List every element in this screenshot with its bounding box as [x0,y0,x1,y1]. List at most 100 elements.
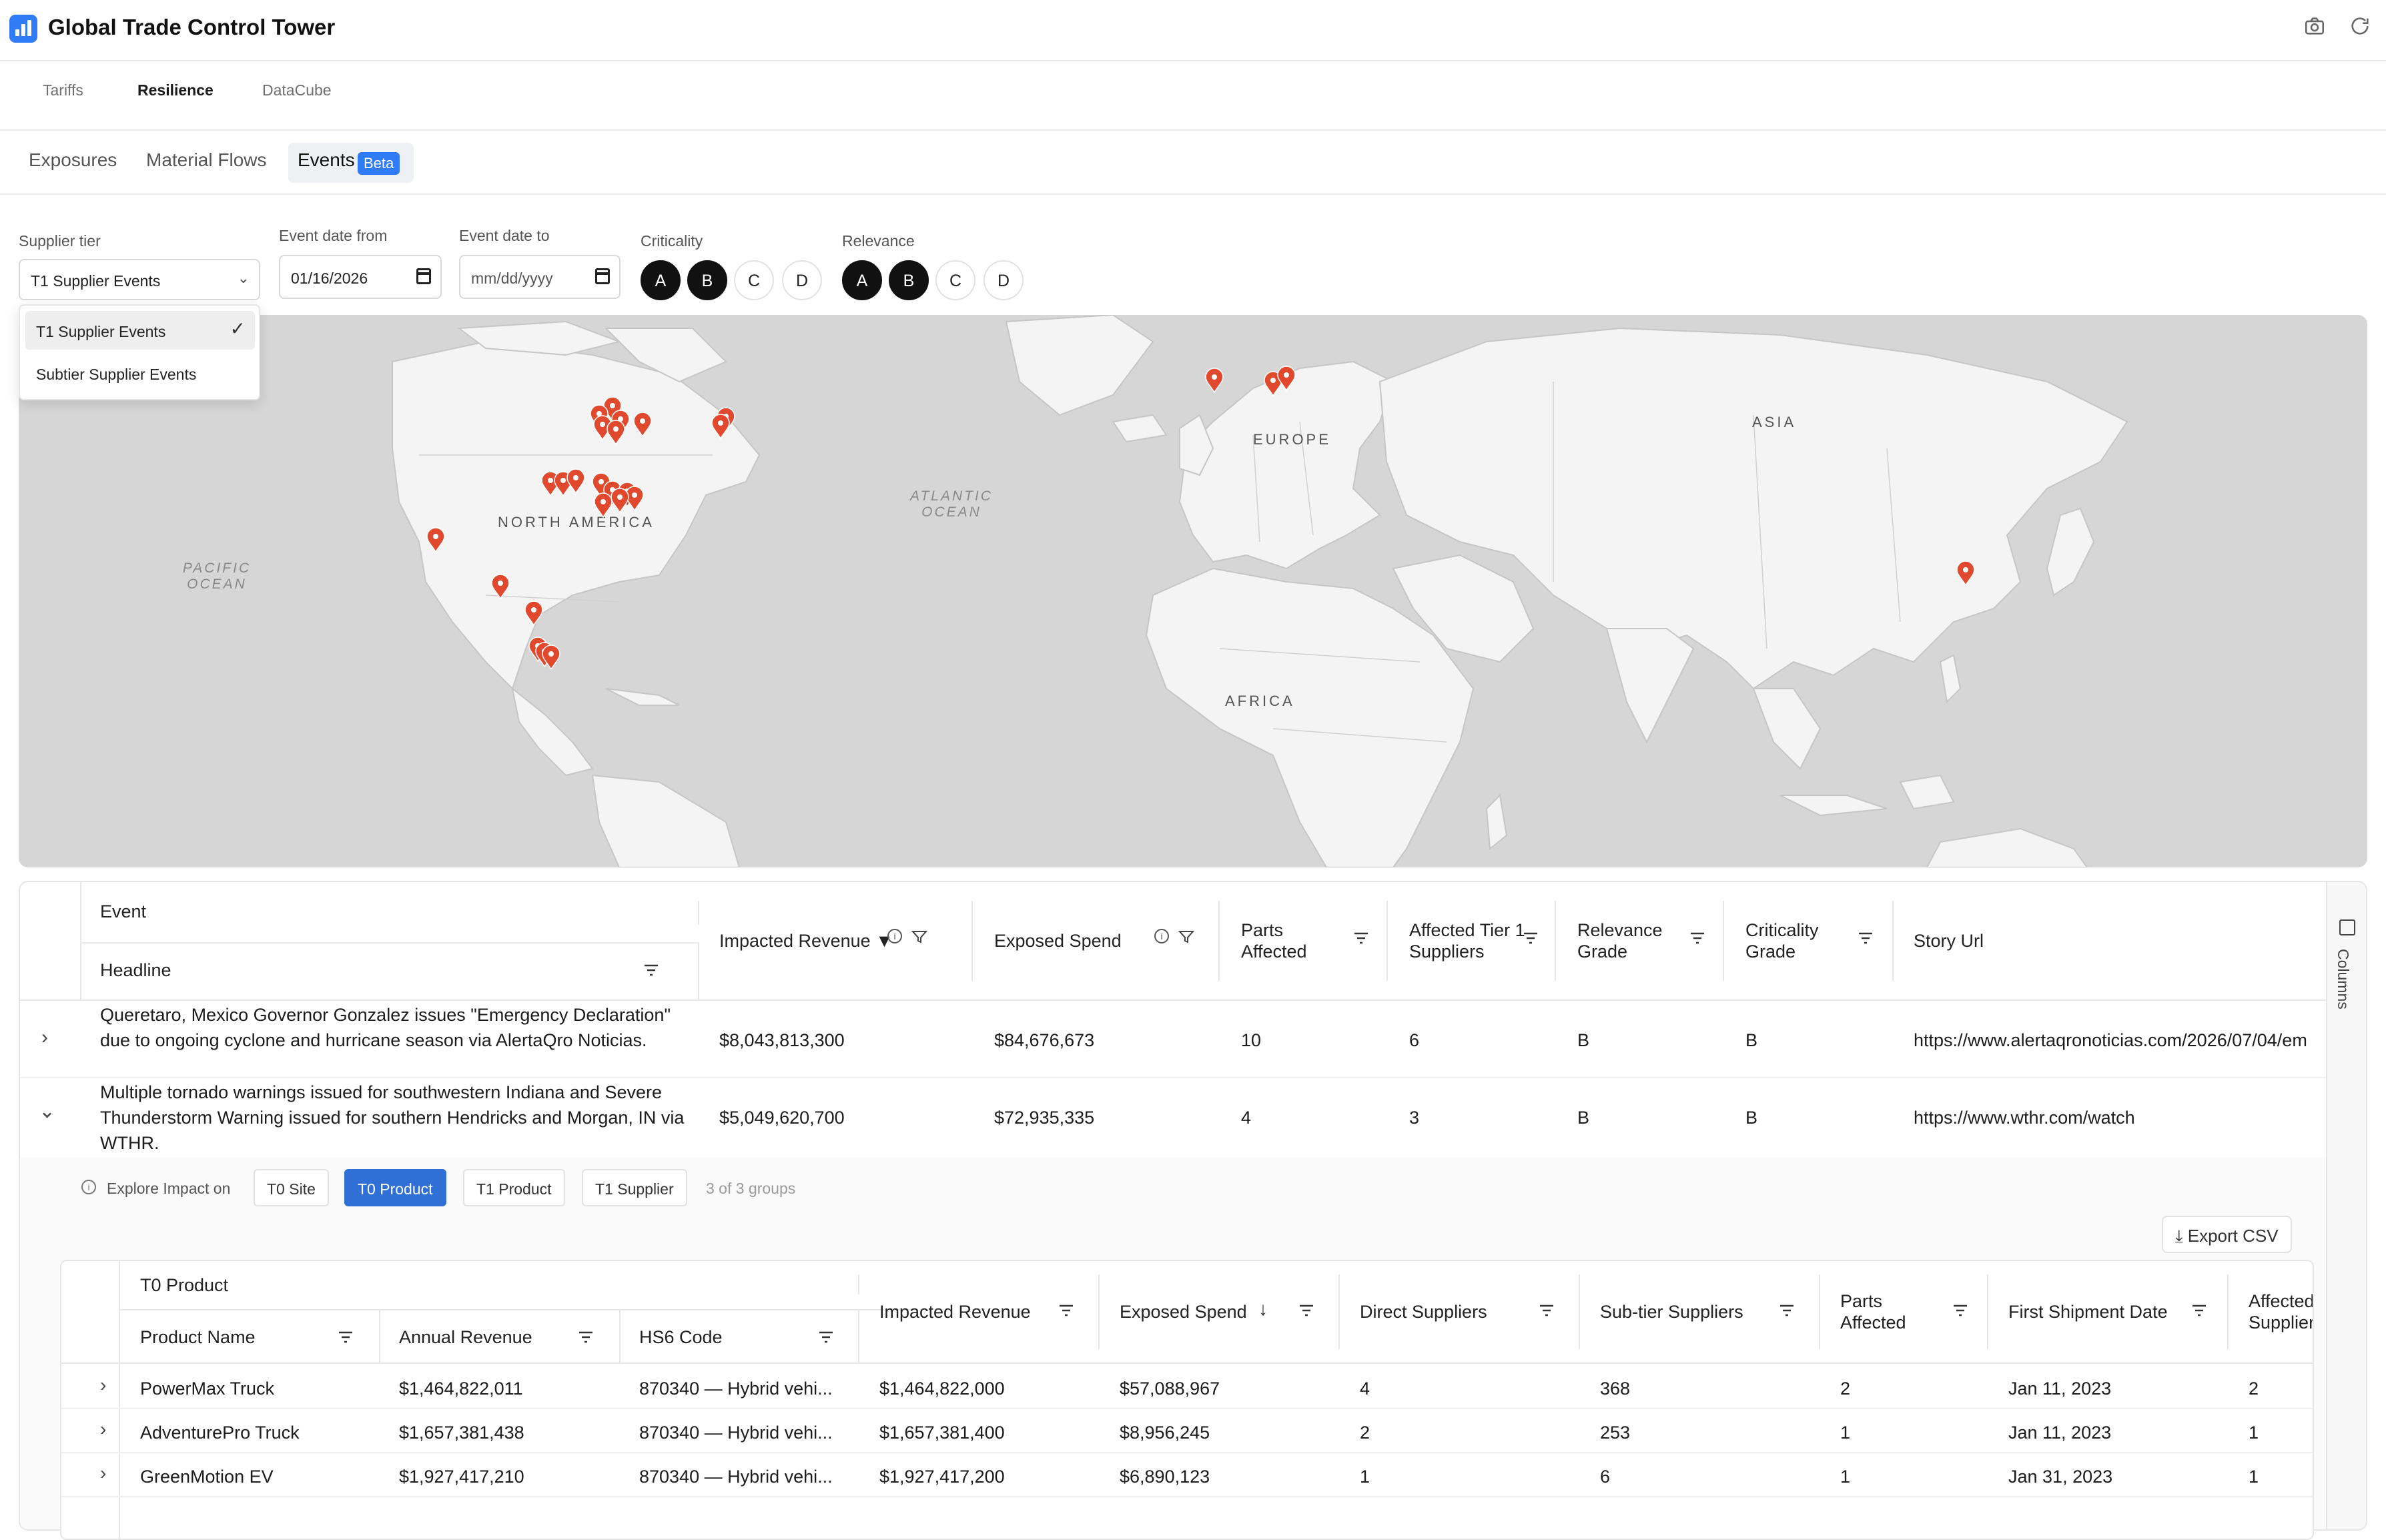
col-exposed-spend[interactable]: Exposed Spend [1120,1301,1247,1322]
date-to-input[interactable]: mm/dd/yyyy [459,255,621,299]
explore-t1-product-button[interactable]: T1 Product [463,1169,565,1206]
headline-cell: Multiple tornado warnings issued for sou… [100,1082,685,1153]
table-row[interactable]: › PowerMax Truck $1,464,822,011 870340 — Hy… [61,1367,2313,1409]
filter-icon[interactable] [1779,1304,1795,1317]
col-parts-affected[interactable]: Parts Affected [1840,1290,1947,1333]
col-affected-tier1[interactable]: Affected Tier 1 Suppliers [1409,919,1536,962]
chevron-right-icon[interactable]: › [100,1463,106,1484]
col-hs6-code[interactable]: HS6 Code [639,1326,723,1348]
filter-icon[interactable] [818,1330,834,1344]
col-story-url[interactable]: Story Url [1914,930,1984,951]
info-icon[interactable]: i [887,929,902,943]
calendar-icon[interactable] [595,268,610,284]
subtab-events[interactable]: Events Beta [288,143,414,183]
filter-icon[interactable] [1353,931,1369,945]
col-relevance-grade[interactable]: Relevance Grade [1577,919,1684,962]
subtab-material-flows[interactable]: Material Flows [146,149,266,171]
menu-item-t1-supplier-events[interactable]: T1 Supplier Events ✓ [25,311,255,350]
map-pin-icon[interactable] [1956,560,1976,586]
col-impacted-revenue[interactable]: Impacted Revenue [879,1301,1031,1322]
table-row[interactable]: › AdventurePro Truck $1,657,381,438 870340 … [61,1411,2313,1453]
check-icon: ✓ [230,318,246,339]
relevance-d-toggle[interactable]: D [983,260,1024,300]
relevance-c-toggle[interactable]: C [935,260,975,300]
filter-icon[interactable] [1298,1304,1314,1317]
chevron-down-icon[interactable]: ⌄ [39,1100,55,1123]
date-from-input[interactable]: 01/16/2026 [279,255,442,299]
col-direct-suppliers[interactable]: Direct Suppliers [1360,1301,1487,1322]
product-table: T0 Product Product Name Annual Revenue H… [60,1260,2314,1540]
filter-icon[interactable] [1689,931,1705,945]
filter-icon[interactable] [643,964,659,977]
subtier-suppliers-cell: 253 [1600,1423,1631,1443]
map-pin-icon[interactable] [541,645,561,670]
filter-icon[interactable] [578,1330,594,1344]
col-subtier-suppliers[interactable]: Sub-tier Suppliers [1600,1301,1743,1322]
col-headline[interactable]: Headline [100,959,171,981]
map-pin-icon[interactable] [426,527,446,552]
map-pin-icon[interactable] [593,492,613,518]
info-icon[interactable]: i [1154,929,1169,943]
col-product-name[interactable]: Product Name [140,1326,256,1348]
subtab-events-label: Events [298,149,355,170]
col-exposed-spend[interactable]: Exposed Spend [994,930,1122,951]
col-annual-revenue[interactable]: Annual Revenue [399,1326,532,1348]
map-pin-icon[interactable] [633,412,653,437]
filter-icon[interactable] [1539,1304,1555,1317]
filter-icon[interactable] [1952,1304,1968,1317]
table-row[interactable]: › Queretaro, Mexico Governor Gonzalez is… [20,1002,2329,1078]
map-pin-icon[interactable] [524,601,544,626]
criticality-d-toggle[interactable]: D [782,260,822,300]
product-group-header: T0 Product [140,1275,229,1295]
explore-t1-supplier-button[interactable]: T1 Supplier [582,1169,687,1206]
tab-resilience[interactable]: Resilience [137,81,214,99]
col-criticality-grade[interactable]: Criticality Grade [1745,919,1852,962]
menu-item-subtier-supplier-events[interactable]: Subtier Supplier Events [25,354,255,392]
sort-desc-icon[interactable]: ↓ [1258,1298,1268,1320]
calendar-icon[interactable] [416,268,431,284]
relevance-a-toggle[interactable]: A [842,260,882,300]
supplier-tier-select[interactable]: T1 Supplier Events ⌄ [19,259,260,300]
filter-icon[interactable] [1058,1304,1074,1317]
relevance-b-toggle[interactable]: B [889,260,929,300]
col-parts-affected[interactable]: Parts Affected [1241,919,1348,962]
filter-icon[interactable] [1858,931,1874,945]
criticality-c-toggle[interactable]: C [734,260,774,300]
tab-datacube[interactable]: DataCube [262,81,332,99]
map-pin-icon[interactable] [1204,368,1224,393]
explore-t0-product-button[interactable]: T0 Product [344,1169,446,1206]
map-pin-icon[interactable] [1276,366,1296,391]
subtab-exposures[interactable]: Exposures [29,149,117,171]
columns-panel-toggle[interactable]: Columns [2326,882,2366,1529]
chevron-right-icon[interactable]: › [100,1375,106,1396]
funnel-icon[interactable] [911,930,927,943]
affected-tier1-cell: 3 [1409,1108,1420,1128]
chevron-right-icon[interactable]: › [41,1026,48,1049]
funnel-icon[interactable] [1178,930,1194,943]
label-north-america: NORTH AMERICA [498,514,655,530]
explore-t0-site-button[interactable]: T0 Site [254,1169,329,1206]
filter-icon[interactable] [338,1330,354,1344]
filter-icon[interactable] [2191,1304,2207,1317]
date-to-label: Event date to [459,227,550,244]
col-affected-tier1[interactable]: Affected Tier 1 Suppliers [2249,1290,2313,1337]
chevron-right-icon[interactable]: › [100,1419,106,1440]
map-pin-icon[interactable] [566,468,586,494]
export-csv-button[interactable]: ⤓ Export CSV [2162,1216,2292,1253]
map-pin-icon[interactable] [490,574,510,599]
filter-icon[interactable] [1523,931,1539,945]
map-pin-icon[interactable] [606,420,626,445]
story-url-link[interactable]: https://www.wthr.com/watch [1914,1105,2135,1130]
camera-icon[interactable] [2301,15,2329,43]
col-first-shipment[interactable]: First Shipment Date [2008,1301,2168,1322]
event-map[interactable]: NORTH AMERICA EUROPE ASIA AFRICA ATLANTI… [19,315,2367,867]
criticality-b-toggle[interactable]: B [687,260,727,300]
refresh-icon[interactable] [2346,15,2374,43]
criticality-a-toggle[interactable]: A [641,260,681,300]
table-row[interactable]: › GreenMotion EV $1,927,417,210 870340 — Hy… [61,1455,2313,1497]
col-impacted-revenue[interactable]: Impacted Revenue ▼ [719,930,893,951]
story-url-link[interactable]: https://www.alertaqronoticias.com/2026/0… [1914,1028,2327,1053]
table-row[interactable]: ⌄ Multiple tornado warnings issued for s… [20,1080,2329,1156]
tab-tariffs[interactable]: Tariffs [43,81,83,99]
map-pin-icon[interactable] [711,414,731,439]
